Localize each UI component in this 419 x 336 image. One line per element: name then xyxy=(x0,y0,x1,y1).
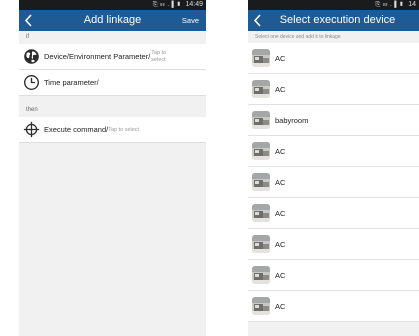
status-bar: ⎘ ☷ .▐ ▮ 14:49 xyxy=(19,0,206,10)
device-list-item[interactable]: AC xyxy=(248,74,419,105)
status-icons: ⎘ ☷ .▐ ▮ xyxy=(152,2,182,8)
then-section-label: then xyxy=(26,107,38,113)
device-list-item[interactable]: AC xyxy=(248,167,419,198)
device-thumbnail-icon xyxy=(252,204,270,222)
time-parameter-label: Time parameter/ xyxy=(44,78,99,87)
device-thumbnail-icon xyxy=(252,266,270,284)
execute-command-label: Execute command/ xyxy=(44,125,109,134)
device-name: AC xyxy=(275,270,286,280)
device-list-item[interactable]: babyroom xyxy=(248,105,419,136)
device-list-item[interactable]: AC xyxy=(248,43,419,74)
status-time-right: 14 xyxy=(408,1,416,8)
clock-icon xyxy=(24,75,39,90)
select-device-hint: Select one device and add it to linkage xyxy=(255,34,341,40)
execute-command-row[interactable]: Execute command/ Tap to select xyxy=(19,117,206,143)
device-list-item[interactable]: AC xyxy=(248,136,419,167)
device-thumbnail-icon xyxy=(252,173,270,191)
device-name: AC xyxy=(275,177,286,187)
app-bar-right: Select execution device xyxy=(248,10,419,31)
device-thumbnail-icon xyxy=(252,49,270,67)
device-name: AC xyxy=(275,208,286,218)
page-title-right: Select execution device xyxy=(279,14,396,26)
add-linkage-screen: ⎘ ☷ .▐ ▮ 14:49 Add linkage Save if Devic… xyxy=(19,0,206,336)
device-list-item[interactable]: AC xyxy=(248,291,419,322)
select-execution-device-screen: ⎘ ☷ .▐ ▮ 14 Select execution device Sele… xyxy=(248,0,419,336)
device-thumbnail-icon xyxy=(252,111,270,129)
status-icons-right: ⎘ ☷ .▐ ▮ xyxy=(375,2,405,8)
device-list: AC AC babyroom AC AC AC AC AC AC xyxy=(248,43,419,322)
device-name: AC xyxy=(275,53,286,63)
device-thumbnail-icon xyxy=(252,80,270,98)
device-list-item[interactable]: AC xyxy=(248,229,419,260)
device-name: AC xyxy=(275,146,286,156)
status-bar-right: ⎘ ☷ .▐ ▮ 14 xyxy=(248,0,419,10)
device-name: AC xyxy=(275,84,286,94)
if-section-label: if xyxy=(26,34,29,40)
tap-to-select-hint: Tap to select xyxy=(151,50,167,63)
device-name: AC xyxy=(275,239,286,249)
page-title: Add linkage xyxy=(83,14,142,26)
device-name: babyroom xyxy=(275,115,309,125)
device-list-item[interactable]: AC xyxy=(248,198,419,229)
time-parameter-row[interactable]: Time parameter/ xyxy=(19,70,206,96)
status-time: 14:49 xyxy=(185,1,203,8)
device-thumbnail-icon xyxy=(252,142,270,160)
device-list-item[interactable]: AC xyxy=(248,260,419,291)
globe-icon xyxy=(24,49,39,64)
device-thumbnail-icon xyxy=(252,297,270,315)
device-name: AC xyxy=(275,301,286,311)
device-thumbnail-icon xyxy=(252,235,270,253)
crosshair-icon xyxy=(23,121,40,138)
device-environment-parameter-row[interactable]: Device/Environment Parameter/ Tap to sel… xyxy=(19,44,206,70)
execute-tap-to-select-hint: Tap to select xyxy=(108,126,140,133)
save-button[interactable]: Save xyxy=(182,10,199,31)
app-bar: Add linkage Save xyxy=(19,10,206,31)
device-environment-parameter-label: Device/Environment Parameter/ xyxy=(44,52,151,61)
